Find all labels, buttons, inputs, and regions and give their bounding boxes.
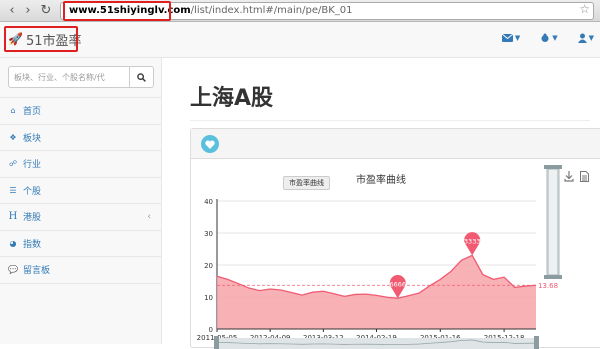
sidebar-item-hk-stocks[interactable]: H 港股 ‹ — [0, 204, 161, 231]
forward-icon[interactable]: › — [20, 3, 36, 19]
chart-area: 市盈率曲线 市盈率曲线 0102030402011-05-052012-04-0… — [191, 159, 600, 349]
favorite-button[interactable] — [201, 135, 219, 153]
url-highlight-box — [63, 1, 171, 21]
search-icon — [137, 72, 146, 82]
user-dropdown[interactable]: ▼ — [577, 33, 594, 43]
y-tick-label: 20 — [204, 262, 213, 270]
mark-point-label: 6666 — [389, 280, 406, 288]
pe-chart: 0102030402011-05-052012-04-092013-03-122… — [197, 165, 562, 349]
reload-icon[interactable]: ↻ — [38, 3, 54, 19]
back-icon[interactable]: ‹ — [4, 3, 20, 19]
heart-icon — [205, 140, 215, 149]
panel-header — [191, 129, 600, 159]
sidebar-item-industries[interactable]: ☍ 行业 — [0, 151, 161, 178]
mark-point-label: 3333 — [464, 237, 481, 245]
sidebar-item-stocks[interactable]: ☰ 个股 — [0, 178, 161, 204]
y-tick-label: 40 — [204, 198, 213, 206]
sidebar-item-sectors[interactable]: ❖ 板块 — [0, 125, 161, 151]
chevron-down-icon: ▼ — [514, 34, 521, 42]
url-path: /list/index.html#/main/pe/BK_01 — [190, 5, 353, 16]
y-tick-label: 30 — [204, 230, 213, 238]
top-navbar: 🚀 51市盈率 ▼ ▼ ▼ — [0, 22, 600, 58]
sidebar: ⌂ 首页 ❖ 板块 ☍ 行业 ☰ 个股 H 港股 ‹ ◕ 指数 💬 留言板 — [0, 58, 162, 344]
datazoom-handle-right[interactable] — [534, 336, 539, 349]
list-icon: ☰ — [9, 185, 17, 195]
sidebar-item-label: 指数 — [23, 239, 42, 250]
sidebar-item-label: 首页 — [23, 107, 42, 118]
brand-highlight-box — [4, 26, 78, 52]
sidebar-item-home[interactable]: ⌂ 首页 — [0, 98, 161, 125]
datazoom-vertical-handle-bottom[interactable] — [544, 275, 562, 279]
cubes-icon: ❖ — [9, 132, 17, 142]
datazoom-vertical-window[interactable] — [547, 168, 559, 276]
chevron-down-icon: ▼ — [588, 34, 594, 42]
sidebar-item-label: 留言板 — [23, 266, 51, 277]
sidebar-search — [8, 66, 154, 88]
chevron-left-icon: ‹ — [147, 211, 151, 222]
sidebar-item-label: 港股 — [23, 213, 42, 224]
datazoom-handle-left[interactable] — [214, 336, 219, 349]
user-icon — [577, 33, 587, 43]
chart-panel: 市盈率曲线 市盈率曲线 0102030402011-05-052012-04-0… — [190, 128, 600, 349]
search-input[interactable] — [8, 66, 130, 88]
search-button[interactable] — [130, 66, 154, 88]
y-tick-label: 0 — [209, 326, 213, 334]
page-title: 上海A股 — [190, 86, 274, 111]
sidebar-item-indices[interactable]: ◕ 指数 — [0, 231, 161, 257]
mark-line-label: 13.68 — [538, 282, 558, 290]
tasks-dropdown[interactable]: ▼ — [540, 33, 558, 43]
sidebar-menu: ⌂ 首页 ❖ 板块 ☍ 行业 ☰ 个股 H 港股 ‹ ◕ 指数 💬 留言板 — [0, 97, 161, 284]
sidebar-item-label: 板块 — [23, 133, 42, 144]
home-icon: ⌂ — [10, 106, 16, 116]
y-tick-label: 10 — [204, 294, 213, 302]
envelope-icon — [501, 34, 513, 42]
main-content: 上海A股 市盈率曲线 市盈率曲线 0102030402011-05-052012… — [162, 58, 600, 349]
dashboard-icon: ◕ — [9, 238, 17, 248]
sidebar-item-label: 个股 — [23, 186, 42, 197]
chevron-down-icon: ▼ — [552, 34, 558, 42]
bug-icon — [541, 33, 549, 42]
divider — [190, 120, 590, 121]
sidebar-item-messages[interactable]: 💬 留言板 — [0, 257, 161, 284]
h-icon: H — [8, 211, 18, 223]
series-area — [217, 255, 536, 329]
browser-toolbar: ‹ › ↻ www.51shiyinglv.com/list/index.htm… — [0, 0, 600, 22]
sidebar-item-label: 行业 — [23, 160, 42, 171]
datazoom-vertical-handle-top[interactable] — [544, 165, 562, 169]
sitemap-icon: ☍ — [8, 159, 18, 169]
comments-icon: 💬 — [8, 265, 18, 275]
bookmark-star-icon[interactable]: ☆ — [579, 2, 590, 16]
messages-dropdown[interactable]: ▼ — [501, 33, 521, 43]
